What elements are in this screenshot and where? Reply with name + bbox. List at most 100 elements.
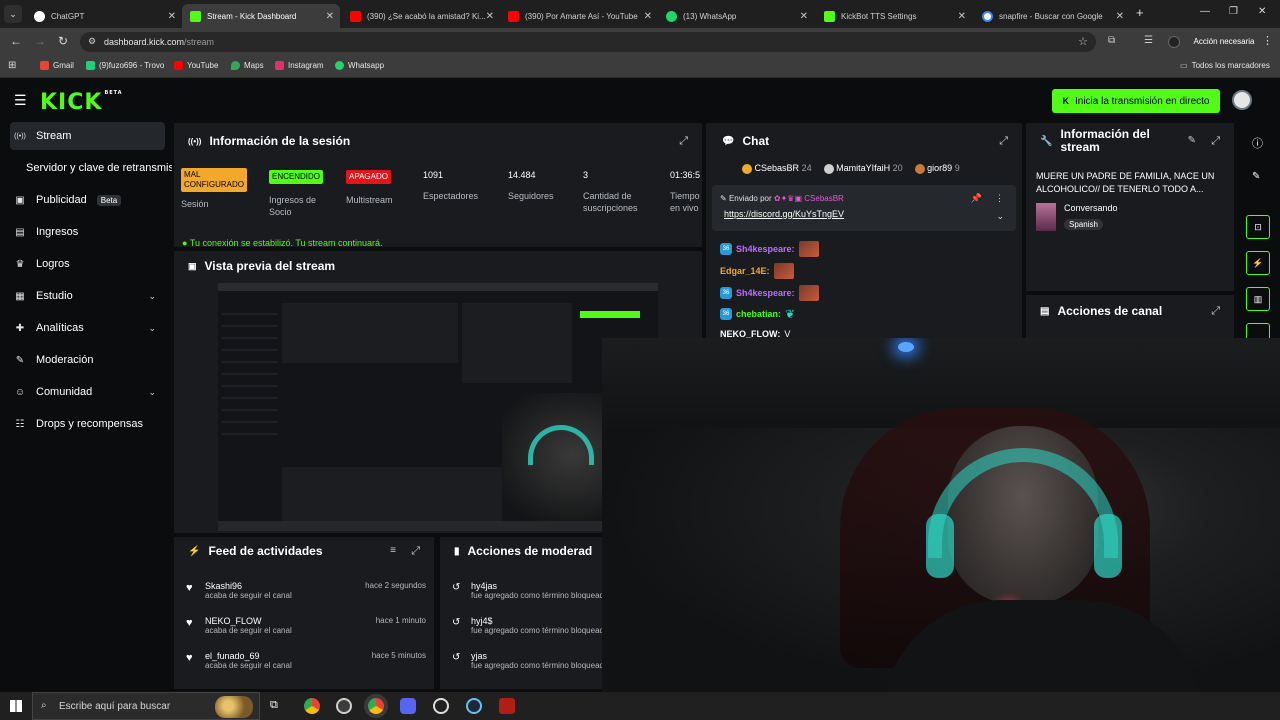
filter-icon[interactable]: ≡ [390, 545, 396, 556]
sidebar-item-moderacion[interactable]: ✎ Moderación [10, 346, 170, 374]
mod-term[interactable]: hy4jas [471, 581, 602, 591]
pinned-link[interactable]: https://discord.gg/KuYsTngEV [724, 209, 844, 219]
bookmark-gmail[interactable]: Gmail [40, 61, 74, 70]
app-circle-icon[interactable] [433, 698, 449, 714]
edit-pencil-icon[interactable]: ✎ [1252, 171, 1260, 182]
kick-logo[interactable]: KICK BETA [40, 90, 123, 115]
gifter-2[interactable]: MamitaYIfaiH 20 [823, 163, 903, 174]
mod-term[interactable]: hyj4$ [471, 616, 602, 626]
action-needed-button[interactable]: Acción necesaria [1190, 33, 1258, 51]
windows-start-icon[interactable] [10, 700, 22, 712]
rail-button-3[interactable]: ▥ [1246, 287, 1270, 311]
info-icon[interactable]: ⓘ [1252, 135, 1263, 151]
chevron-down-icon[interactable]: ⌄ [996, 211, 1004, 222]
chat-username[interactable]: Sh4kespeare: [736, 244, 795, 254]
bookmark-instagram[interactable]: Instagram [275, 61, 324, 70]
browser-tab-google[interactable]: snapfire - Buscar con Google ✕ [974, 4, 1130, 28]
rail-button-2[interactable]: ⚡ [1246, 251, 1270, 275]
close-icon[interactable]: ✕ [486, 11, 494, 22]
taskbar-search-box[interactable]: ⌕ Escribe aquí para buscar [32, 692, 260, 720]
go-live-label: Inicia la transmisión en directo [1074, 95, 1210, 107]
sidebar-item-drops[interactable]: ☷ Drops y recompensas [10, 410, 170, 438]
address-bar[interactable]: ⚙ dashboard.kick.com/stream ☆ [80, 32, 1096, 52]
popout-icon[interactable]: ⤢ [999, 135, 1008, 148]
browser-tab-youtube-2[interactable]: (390) Por Amarte Así - YouTube ✕ [500, 4, 658, 28]
browser-tab-youtube-1[interactable]: (390) ¿Se acabó la amistad? Ki... ✕ [342, 4, 500, 28]
kebab-menu-icon[interactable]: ⋮ [1262, 34, 1273, 47]
rail-button-4[interactable] [1246, 323, 1270, 339]
popout-icon[interactable]: ⤢ [1211, 305, 1220, 318]
restore-icon[interactable]: ❐ [1229, 6, 1238, 17]
sidebar-item-logros[interactable]: ♛ Logros [10, 250, 170, 278]
gifter-1[interactable]: CSebasBR 24 [742, 163, 812, 174]
hamburger-menu-icon[interactable]: ☰ [14, 92, 27, 109]
dota-icon[interactable] [499, 698, 515, 714]
reload-icon[interactable]: ↻ [58, 34, 68, 48]
sidebar-item-analiticas[interactable]: ✚ Analíticas ⌄ [10, 314, 170, 342]
kebab-menu-icon[interactable]: ⋮ [995, 193, 1004, 204]
user-avatar[interactable] [1232, 90, 1252, 110]
forward-arrow-icon[interactable]: → [34, 34, 46, 48]
browser-tab-kick-dashboard[interactable]: Stream - Kick Dashboard ✕ [182, 4, 340, 28]
folder-icon: ▭ [1180, 61, 1188, 70]
sidebar-item-comunidad[interactable]: ☺ Comunidad ⌄ [10, 378, 170, 406]
obs-icon[interactable] [336, 698, 352, 714]
bookmark-trovo[interactable]: (9)fuzo696 - Trovo [86, 61, 164, 70]
stream-preview-video[interactable] [218, 283, 658, 531]
close-icon[interactable]: ✕ [958, 11, 966, 22]
site-info-icon[interactable]: ⚙ [88, 36, 96, 47]
rail-button-1[interactable]: ⊡ [1246, 215, 1270, 239]
sidebar-item-ingresos[interactable]: ▤ Ingresos [10, 218, 170, 246]
sidebar-item-server-key[interactable]: Servidor y clave de retransmisión [22, 154, 172, 182]
profile-avatar[interactable] [1168, 36, 1180, 48]
bookmark-maps[interactable]: Maps [231, 61, 264, 70]
chrome-active-icon[interactable] [368, 698, 384, 714]
window-close-icon[interactable]: ✕ [1258, 6, 1266, 17]
sidebar-item-publicidad[interactable]: ▣ Publicidad Beta [10, 186, 170, 214]
new-tab-button[interactable]: + [1136, 5, 1144, 20]
minimize-icon[interactable]: — [1200, 6, 1210, 17]
category-thumbnail[interactable] [1036, 203, 1056, 231]
close-icon[interactable]: ✕ [326, 11, 334, 22]
back-arrow-icon[interactable]: ← [10, 34, 22, 48]
popout-icon[interactable]: ⤢ [411, 545, 420, 558]
sidebar-item-stream[interactable]: ((•)) Stream [10, 122, 165, 150]
popout-icon[interactable]: ⤢ [1211, 135, 1220, 148]
extensions-icon[interactable]: ⧉ [1108, 35, 1115, 46]
chat-username[interactable]: chebatian: [736, 309, 781, 319]
popout-icon[interactable]: ⤢ [679, 135, 688, 148]
close-icon[interactable]: ✕ [1116, 11, 1124, 22]
go-live-button[interactable]: K Inicia la transmisión en directo [1052, 89, 1220, 113]
right-rail: ⓘ ✎ ⊡ ⚡ ▥ [1238, 123, 1280, 339]
edit-icon[interactable]: ✎ [1188, 135, 1196, 146]
tab-search-button[interactable]: ⌄ [4, 5, 22, 23]
chat-username[interactable]: Sh4kespeare: [736, 288, 795, 298]
search-placeholder: Escribe aquí para buscar [59, 701, 171, 712]
bookmark-youtube[interactable]: YouTube [174, 61, 218, 70]
radio-icon: ((•)) [188, 136, 202, 146]
task-view-icon[interactable]: ⧉ [270, 699, 278, 712]
chrome-icon[interactable] [304, 698, 320, 714]
close-icon[interactable]: ✕ [800, 11, 808, 22]
close-icon[interactable]: ✕ [168, 11, 176, 22]
star-icon[interactable]: ☆ [1078, 35, 1088, 48]
category-name[interactable]: Conversando [1064, 203, 1118, 213]
mod-action-item: ↺ hy4jas fue agregado como término bloqu… [452, 581, 602, 600]
channel-actions-header: ▤ Acciones de canal [1040, 304, 1162, 318]
browser-tab-kickbot[interactable]: KickBot TTS Settings ✕ [816, 4, 972, 28]
media-icon[interactable]: ☰ [1144, 35, 1153, 46]
unpin-icon[interactable]: 📌 [971, 193, 982, 204]
browser-tab-whatsapp[interactable]: (13) WhatsApp ✕ [658, 4, 814, 28]
browser-toolbar: ← → ↻ ⚙ dashboard.kick.com/stream ☆ ⧉ ☰ … [0, 28, 1280, 56]
mod-term[interactable]: yjas [471, 651, 602, 661]
discord-icon[interactable] [400, 698, 416, 714]
gifter-3[interactable]: gior89 9 [914, 163, 960, 174]
close-icon[interactable]: ✕ [644, 11, 652, 22]
chat-username[interactable]: Edgar_14E: [720, 266, 770, 276]
apps-grid-icon[interactable]: ⊞ [8, 60, 16, 71]
browser-tab-chatgpt[interactable]: ChatGPT ✕ [26, 4, 182, 28]
bookmark-whatsapp[interactable]: Whatsapp [335, 61, 384, 70]
steam-icon[interactable] [466, 698, 482, 714]
all-bookmarks-folder[interactable]: ▭ Todos los marcadores [1180, 61, 1270, 70]
sidebar-item-estudio[interactable]: ▦ Estudio ⌄ [10, 282, 170, 310]
